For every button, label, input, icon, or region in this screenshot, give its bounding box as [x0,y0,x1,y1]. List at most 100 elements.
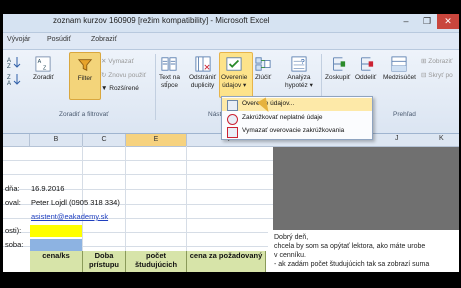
tab-zobrazit[interactable]: Zobraziť [91,36,117,43]
access-header-label: Doba prístupu [89,251,119,269]
menu-item-label: Vymazať overovacie zakrúžkovania [242,127,345,134]
students-header-label: počet študujúcich [134,251,178,269]
sort-filter-group-label: Zoradiť a filtrovať [59,111,109,118]
author-value[interactable]: Peter Lojdl (0905 318 334) [31,198,120,207]
text-to-columns-label-2: stĺpce [160,82,178,89]
window-title: zoznam kurzov 160909 [režim kompatibilit… [53,16,270,25]
row-line [3,160,273,161]
data-tools-group-label: Nást [208,111,222,118]
column-header-k[interactable]: K [439,135,444,142]
title-bar: zoznam kurzov 160909 [režim kompatibilit… [3,14,459,33]
author-label: oval: [5,198,21,207]
table-header-access: Doba prístupu [83,251,126,272]
reapply-button[interactable]: ↻ Znovu použiť [101,71,146,79]
filter-label: Filter [77,75,93,82]
remove-duplicates-button[interactable]: Odstrániť duplicity [189,56,216,90]
show-detail-label: Zobraziť [428,58,453,65]
filter-button[interactable]: Filter [69,52,101,100]
group-button[interactable]: Zoskupiť [325,56,350,82]
remove-duplicates-label-1: Odstrániť [189,74,217,81]
yellow-input-cell[interactable] [30,225,82,237]
table-header-students: počet študujúcich [126,251,187,272]
restore-button[interactable]: ❐ [416,14,438,29]
group-label: Zoskupiť [325,74,351,81]
corner-header [3,134,30,147]
svg-text:A: A [7,81,11,85]
table-header-price: cena/ks [30,251,83,272]
show-detail-button[interactable]: ⊞ Zobraziť [421,57,452,65]
sort-button[interactable]: AZ Zoradiť [33,56,54,82]
company-label: osti): [5,226,22,235]
note-line: v cenníku. [274,252,306,259]
sort-label: Zoradiť [33,74,54,81]
consolidate-icon [255,57,271,71]
col-line [125,146,126,252]
menu-item-data-validation[interactable]: Overenie údajov... [222,98,372,111]
ungroup-label: Oddeliť [355,74,377,81]
menu-item-circle-invalid[interactable]: Zakrúžkovať neplatné údaje [222,112,372,125]
date-value[interactable]: 16.9.2016 [31,184,64,193]
data-validation-dropdown: Overenie údajov... Zakrúžkovať neplatné … [221,96,373,140]
advanced-filter-button[interactable]: ▼ Rozšírené [101,85,139,92]
advanced-label: Rozšírené [109,85,139,92]
sort-az-icon: AZ [7,57,21,70]
data-validation-icon [226,57,242,71]
column-header-e[interactable]: E [126,134,187,147]
ribbon-tabs: Vývojár Posúdiť Zobraziť [3,33,459,50]
hide-detail-label: Skryť po [428,72,453,79]
subtotal-button[interactable]: Medzisúčet [383,56,416,82]
clear-label: Vymazať [108,58,134,65]
row-line [3,174,273,175]
outline-group-label: Prehľad [393,111,416,118]
menu-item-clear-circles[interactable]: Vymazať overovacie zakrúžkovania [222,125,372,138]
email-link[interactable]: asistent@eakademy.sk [31,212,108,221]
data-validation-label-2: údajov ▾ [222,82,247,89]
close-button[interactable]: ✕ [437,14,459,29]
what-if-icon: ? [291,56,307,72]
data-validation-button[interactable]: Overenie údajov ▾ [221,56,247,90]
data-validation-label-1: Overenie [221,74,248,81]
subtotal-icon [391,56,407,72]
consolidate-button[interactable]: Zlúčiť [255,56,271,82]
circle-invalid-icon [227,114,238,125]
advanced-icon: ▼ [101,85,110,92]
sort-az-button[interactable]: AZ [7,56,21,71]
data-validation-menu-icon [227,100,238,111]
comment-note[interactable]: Dobrý deň, chcela by som sa opýtať lekto… [268,230,459,272]
ungroup-button[interactable]: Oddeliť [355,56,376,82]
ungroup-icon [360,57,373,71]
remove-duplicates-label-2: duplicity [190,82,215,89]
sort-za-button[interactable]: ZA [7,73,21,88]
reapply-label: Znovu použiť [108,72,147,79]
note-line: chcela by som sa opýtať lektora, ako mát… [274,243,426,250]
tab-posudit[interactable]: Posúdiť [47,36,71,43]
column-header-b[interactable]: B [30,134,83,147]
what-if-label-2: hypotéz ▾ [285,82,313,89]
col-line [186,146,187,252]
price-header-label: cena/ks [42,251,70,260]
column-header-j[interactable]: J [395,135,399,142]
text-to-columns-button[interactable]: Text na stĺpce [159,56,180,90]
what-if-label-1: Analýza [287,74,311,81]
filter-funnel-icon [77,59,93,72]
subtotal-label: Medzisúčet [383,74,416,81]
minimize-button[interactable]: – [395,14,417,29]
clear-circles-icon [227,127,238,138]
table-header-requested-price: cena za požadovaný [187,251,266,272]
requested-price-header-label: cena za požadovaný [189,251,263,260]
note-line: Dobrý deň, [274,234,309,241]
what-if-analysis-button[interactable]: ? Analýza hypotéz ▾ [285,56,313,90]
separator [155,54,156,120]
contact-label: soba: [5,240,24,249]
blue-input-cell[interactable] [30,239,82,251]
excel-window: zoznam kurzov 160909 [režim kompatibilit… [3,14,459,272]
hide-detail-button[interactable]: ⊟ Skryť po [421,71,453,79]
tab-vyvojar[interactable]: Vývojár [7,36,30,43]
note-line: - ak zadám počet študujúcich tak sa zobr… [274,261,430,268]
svg-text:A: A [38,59,42,65]
clear-filter-button[interactable]: ✕ Vymazať [101,57,134,65]
svg-text:?: ? [301,58,305,66]
column-header-c[interactable]: C [83,134,126,147]
text-to-columns-icon [161,57,178,71]
menu-item-label: Zakrúžkovať neplatné údaje [242,114,323,121]
